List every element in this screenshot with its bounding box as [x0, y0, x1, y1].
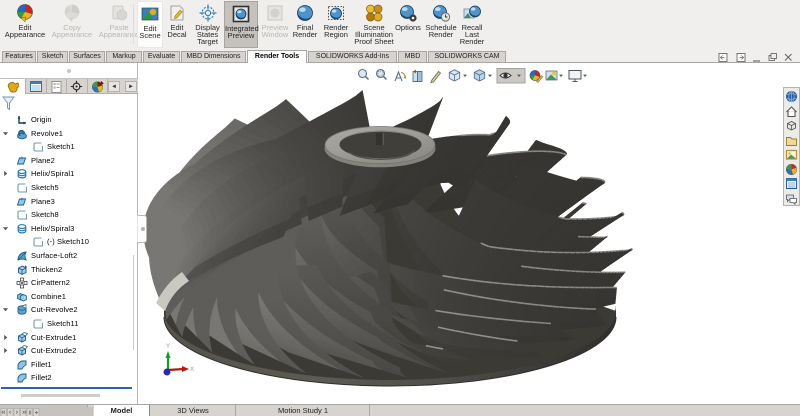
- svg-text:X: X: [190, 367, 194, 373]
- svg-text:Y: Y: [166, 344, 170, 350]
